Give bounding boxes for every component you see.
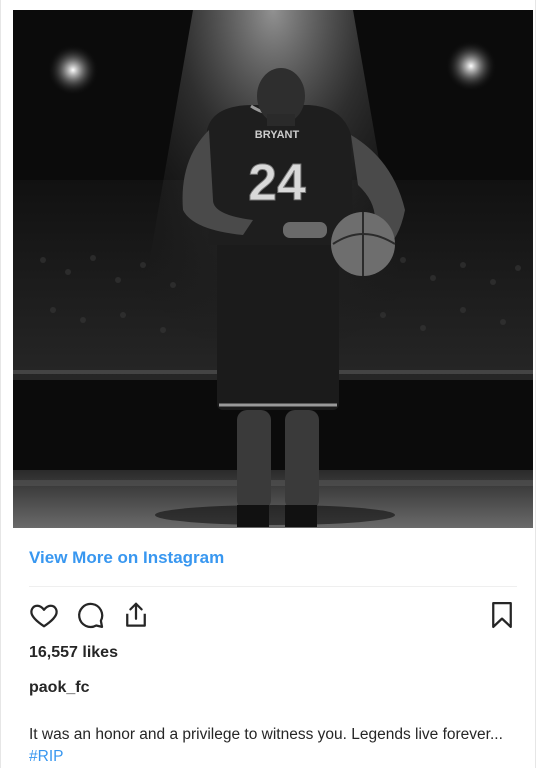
- post-image[interactable]: BRYANT 24: [13, 10, 533, 528]
- heart-icon: [30, 604, 58, 628]
- caption-text: It was an honor and a privilege to witne…: [29, 726, 503, 743]
- divider: [29, 586, 517, 587]
- instagram-embed-card: BRYANT 24 View More on Instagram 16,557 …: [0, 0, 536, 768]
- post-photo-illustration: BRYANT 24: [13, 10, 533, 528]
- share-button[interactable]: [117, 596, 155, 634]
- hashtag-link[interactable]: #RIP: [29, 748, 63, 765]
- post-caption: It was an honor and a privilege to witne…: [29, 724, 525, 768]
- post-username[interactable]: paok_fc: [29, 679, 89, 697]
- comment-icon: [78, 602, 104, 629]
- jersey-name-text: BRYANT: [255, 129, 300, 141]
- likes-count[interactable]: 16,557 likes: [29, 644, 118, 662]
- bookmark-icon: [492, 602, 512, 628]
- view-more-link[interactable]: View More on Instagram: [29, 548, 224, 568]
- comment-button[interactable]: [71, 596, 109, 634]
- jersey-number-text: 24: [248, 154, 306, 212]
- share-icon: [126, 602, 146, 627]
- save-button[interactable]: [483, 596, 521, 634]
- action-bar: [25, 596, 521, 636]
- like-button[interactable]: [25, 596, 63, 634]
